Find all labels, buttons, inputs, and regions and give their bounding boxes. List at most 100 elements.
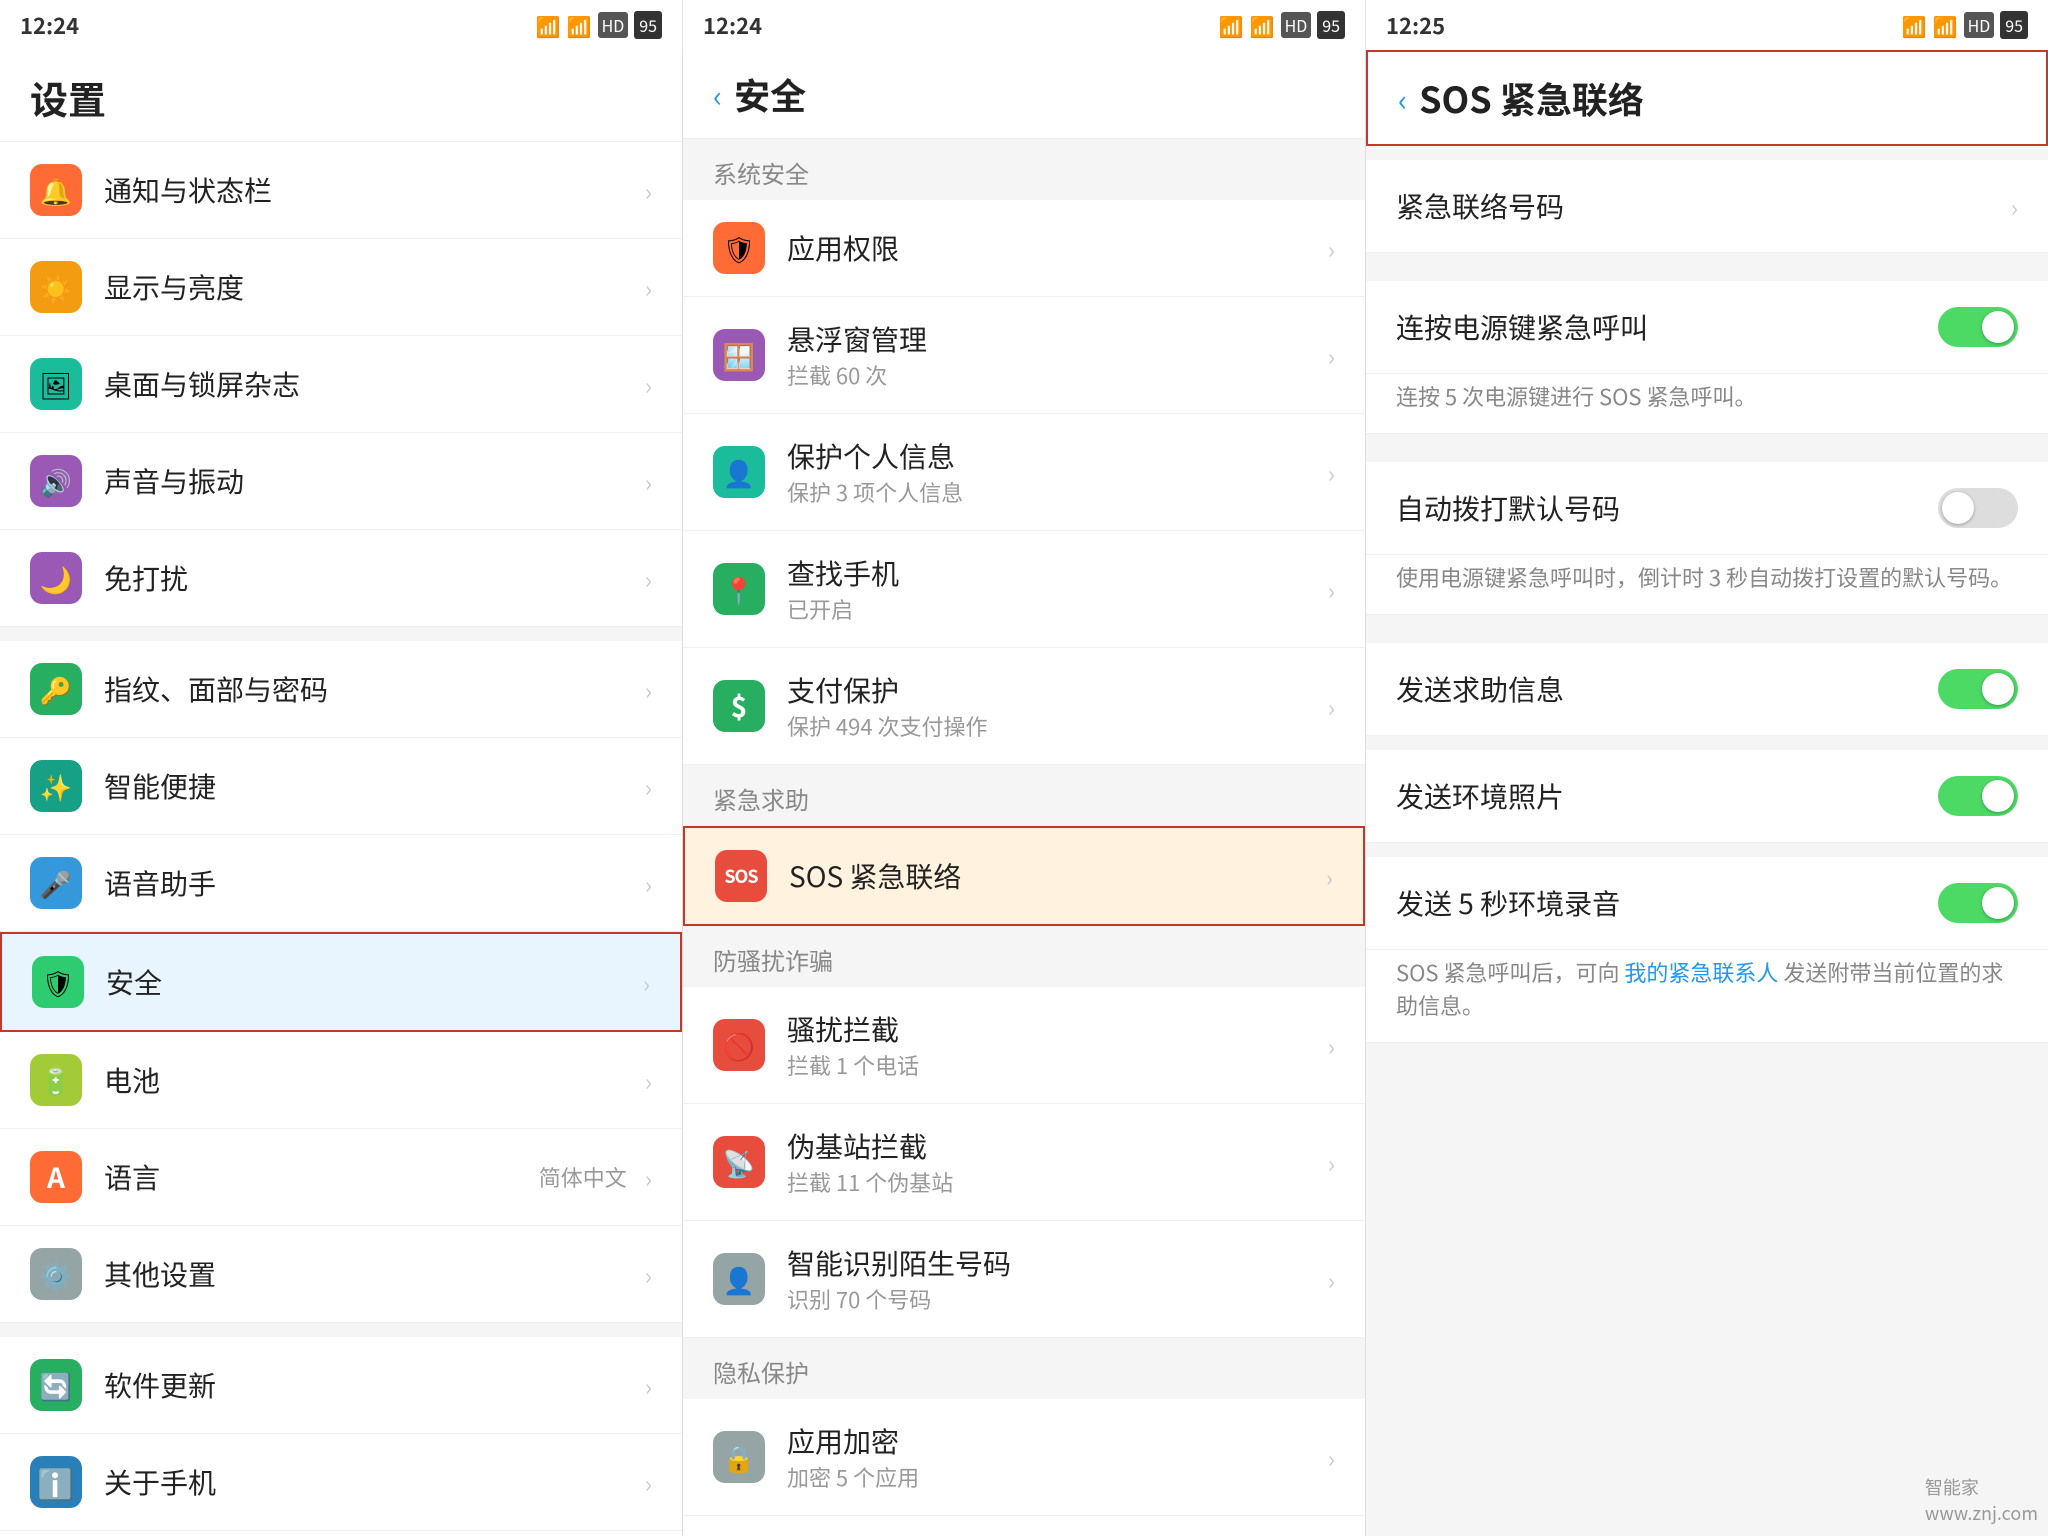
- time-panel3: 12:25: [1386, 9, 1445, 41]
- permissions-icon: 🛡: [713, 222, 765, 274]
- settings-item-battery[interactable]: 🔋 电池 ›: [0, 1032, 682, 1129]
- intercept-label: 骚扰拦截: [787, 1009, 1320, 1049]
- basestation-sublabel: 拦截 11 个伪基站: [787, 1166, 1320, 1198]
- security-item-identify[interactable]: 👤 智能识别陌生号码 识别 70 个号码 ›: [683, 1221, 1365, 1338]
- battery-icon: 🔋: [30, 1054, 82, 1106]
- watermark-line1: 智能家: [1925, 1474, 2038, 1500]
- security-item-applock[interactable]: 🔒 应用加密 加密 5 个应用 ›: [683, 1399, 1365, 1516]
- send-help-toggle[interactable]: [1938, 669, 2018, 709]
- settings-item-sound[interactable]: 🔊 声音与振动 ›: [0, 433, 682, 530]
- auto-dial-label: 自动拨打默认号码: [1396, 488, 1938, 528]
- signal-icon2: 📶: [567, 11, 592, 40]
- settings-item-security[interactable]: 🛡 安全 ›: [0, 932, 682, 1032]
- chevron-icon12: ›: [645, 1257, 652, 1292]
- sos-page-header: ‹ SOS 紧急联络: [1366, 50, 2048, 146]
- section-system-security: 系统安全: [683, 139, 1365, 200]
- sos-row-auto-dial[interactable]: 自动拨打默认号码: [1366, 462, 2048, 555]
- status-bar-panel1: 12:24 📶 📶 HD 95: [0, 0, 683, 50]
- settings-item-cloud[interactable]: ☁️ 云服务 ›: [0, 1531, 682, 1536]
- settings-item-language[interactable]: A 语言 简体中文 ›: [0, 1129, 682, 1226]
- settings-item-voice[interactable]: 🎤 语音助手 ›: [0, 835, 682, 932]
- send-photo-label: 发送环境照片: [1396, 776, 1938, 816]
- sos-row-send-help[interactable]: 发送求助信息: [1366, 643, 2048, 736]
- chevron-icon: ›: [645, 173, 652, 208]
- chevron-perm: ›: [1328, 231, 1335, 266]
- sos-section4: 发送求助信息: [1366, 643, 2048, 736]
- identify-icon: 👤: [713, 1253, 765, 1305]
- settings-item-smart[interactable]: ✨ 智能便捷 ›: [0, 738, 682, 835]
- sos-row-emergency-number[interactable]: 紧急联络号码 ›: [1366, 160, 2048, 253]
- settings-item-about[interactable]: ℹ️ 关于手机 ›: [0, 1434, 682, 1531]
- settings-item-desktop[interactable]: 🖼 桌面与锁屏杂志 ›: [0, 336, 682, 433]
- sos-section6: 发送 5 秒环境录音 SOS 紧急呼叫后，可向 我的紧急联系人 发送附带当前位置…: [1366, 857, 2048, 1043]
- sos-divider3: [1366, 448, 2048, 462]
- sos-row-power-key[interactable]: 连按电源键紧急呼叫: [1366, 281, 2048, 374]
- voice-icon: 🎤: [30, 857, 82, 909]
- signal-icon5: 📶: [1902, 11, 1927, 40]
- settings-item-update[interactable]: 🔄 软件更新 ›: [0, 1337, 682, 1434]
- send-audio-toggle[interactable]: [1938, 883, 2018, 923]
- security-page-title: 安全: [734, 68, 806, 120]
- language-icon: A: [30, 1151, 82, 1203]
- notifications-icon: 🔔: [30, 164, 82, 216]
- send-photo-toggle[interactable]: [1938, 776, 2018, 816]
- chevron-payment: ›: [1328, 689, 1335, 724]
- security-item-permissions[interactable]: 🛡 应用权限 ›: [683, 200, 1365, 297]
- payment-label: 支付保护: [787, 670, 1320, 710]
- sos-section3: 自动拨打默认号码 使用电源键紧急呼叫时，倒计时 3 秒自动拨打设置的默认号码。: [1366, 462, 2048, 615]
- hd-icon2: HD: [1281, 12, 1312, 38]
- signal-icon4: 📶: [1250, 11, 1275, 40]
- security-item-findphone[interactable]: 📍 查找手机 已开启 ›: [683, 531, 1365, 648]
- emergency-number-label: 紧急联络号码: [1396, 186, 2003, 226]
- settings-item-display[interactable]: ☀️ 显示与亮度 ›: [0, 239, 682, 336]
- settings-item-fingerprint[interactable]: 🔑 指纹、面部与密码 ›: [0, 641, 682, 738]
- payment-icon: $: [713, 680, 765, 732]
- smart-label: 智能便捷: [104, 766, 637, 806]
- status-icons-panel3: 📶 📶 HD 95: [1902, 11, 2028, 40]
- security-item-floating[interactable]: 🪟 悬浮窗管理 拦截 60 次 ›: [683, 297, 1365, 414]
- privacy-protect-list: 🔒 应用加密 加密 5 个应用 › ⭐ 儿童空间 ›: [683, 1399, 1365, 1536]
- notifications-label: 通知与状态栏: [104, 170, 637, 210]
- security-item-kids[interactable]: ⭐ 儿童空间 ›: [683, 1516, 1365, 1536]
- basestation-label: 伪基站拦截: [787, 1126, 1320, 1166]
- security-item-payment[interactable]: $ 支付保护 保护 494 次支付操作 ›: [683, 648, 1365, 765]
- findphone-label: 查找手机: [787, 553, 1320, 593]
- chevron-emergency-num: ›: [2011, 189, 2018, 224]
- auto-dial-toggle[interactable]: [1938, 488, 2018, 528]
- permissions-label: 应用权限: [787, 228, 1320, 268]
- sos-back-arrow-icon[interactable]: ‹: [1398, 76, 1407, 120]
- chevron-icon4: ›: [645, 464, 652, 499]
- divider1: [0, 627, 682, 641]
- back-arrow-icon[interactable]: ‹: [713, 72, 722, 116]
- status-icons-panel2: 📶 📶 HD 95: [1219, 11, 1345, 40]
- about-icon: ℹ️: [30, 1456, 82, 1508]
- sos-row-send-photo[interactable]: 发送环境照片: [1366, 750, 2048, 843]
- power-key-label: 连按电源键紧急呼叫: [1396, 307, 1938, 347]
- settings-list: 🔔 通知与状态栏 › ☀️ 显示与亮度 › 🖼 桌面与锁屏杂志 › 🔊 声音与振…: [0, 142, 682, 1536]
- divider2: [0, 1323, 682, 1337]
- settings-item-notifications[interactable]: 🔔 通知与状态栏 ›: [0, 142, 682, 239]
- chevron-icon3: ›: [645, 367, 652, 402]
- language-sublabel: 简体中文: [539, 1161, 627, 1193]
- floating-sublabel: 拦截 60 次: [787, 359, 1320, 391]
- emergency-list: SOS SOS 紧急联络 ›: [683, 826, 1365, 926]
- antispam-list: 🚫 骚扰拦截 拦截 1 个电话 › 📡 伪基站拦截 拦截 11 个伪基站 › 👤…: [683, 987, 1365, 1338]
- sos-divider2: [1366, 267, 2048, 281]
- identify-label: 智能识别陌生号码: [787, 1243, 1320, 1283]
- security-item-intercept[interactable]: 🚫 骚扰拦截 拦截 1 个电话 ›: [683, 987, 1365, 1104]
- chevron-icon2: ›: [645, 270, 652, 305]
- emergency-contacts-link[interactable]: 我的紧急联系人: [1624, 956, 1778, 988]
- security-item-sos[interactable]: SOS SOS 紧急联络 ›: [683, 826, 1365, 926]
- settings-item-dnd[interactable]: 🌙 免打扰 ›: [0, 530, 682, 627]
- security-item-basestation[interactable]: 📡 伪基站拦截 拦截 11 个伪基站 ›: [683, 1104, 1365, 1221]
- security-label: 安全: [106, 962, 635, 1002]
- battery-label2: 95: [1317, 11, 1345, 39]
- time-panel2: 12:24: [703, 9, 762, 41]
- identify-sublabel: 识别 70 个号码: [787, 1283, 1320, 1315]
- settings-item-other[interactable]: ⚙️ 其他设置 ›: [0, 1226, 682, 1323]
- power-key-toggle[interactable]: [1938, 307, 2018, 347]
- sos-row-send-audio[interactable]: 发送 5 秒环境录音: [1366, 857, 2048, 950]
- security-item-privacy[interactable]: 👤 保护个人信息 保护 3 项个人信息 ›: [683, 414, 1365, 531]
- chevron-sos: ›: [1326, 859, 1333, 894]
- chevron-icon14: ›: [645, 1465, 652, 1500]
